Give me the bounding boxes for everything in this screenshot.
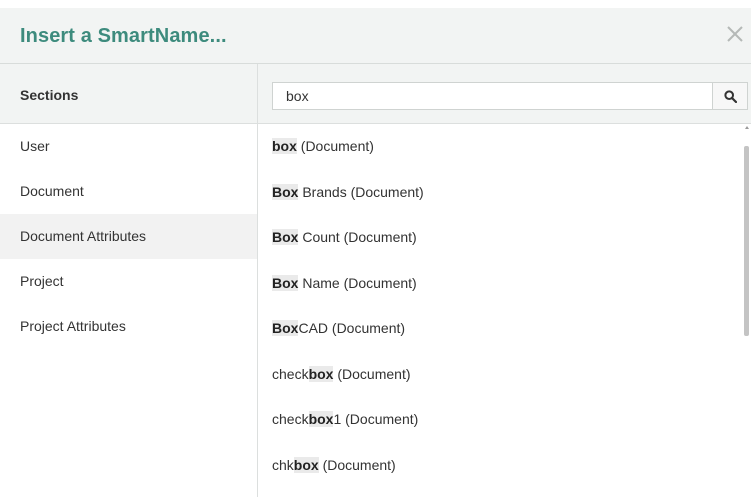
section-item-project-attributes[interactable]: Project Attributes bbox=[0, 304, 257, 349]
scroll-up-arrow-icon[interactable] bbox=[745, 126, 749, 129]
search-input[interactable] bbox=[272, 82, 712, 110]
result-item[interactable]: BoxCAD (Document) bbox=[258, 306, 751, 352]
sections-header: Sections bbox=[0, 64, 258, 124]
search-header bbox=[258, 64, 751, 124]
result-item[interactable]: checkbox1 (Document) bbox=[258, 397, 751, 443]
scroll-thumb[interactable] bbox=[744, 146, 749, 336]
section-item-document[interactable]: Document bbox=[0, 169, 257, 214]
section-item-document-attributes[interactable]: Document Attributes bbox=[0, 214, 257, 259]
result-item[interactable]: box (Document) bbox=[258, 124, 751, 170]
results-list: box (Document) Box Brands (Document) Box… bbox=[258, 124, 751, 497]
close-icon bbox=[727, 26, 743, 42]
close-button[interactable] bbox=[723, 22, 747, 46]
result-item[interactable]: Box Brands (Document) bbox=[258, 170, 751, 216]
search-icon bbox=[724, 90, 737, 103]
sections-list: User Document Document Attributes Projec… bbox=[0, 124, 258, 497]
section-item-user[interactable]: User bbox=[0, 124, 257, 169]
result-item[interactable]: Box Name (Document) bbox=[258, 261, 751, 307]
result-item[interactable]: chkbox (Document) bbox=[258, 443, 751, 489]
dialog-title: Insert a SmartName... bbox=[20, 25, 227, 47]
search-button[interactable] bbox=[712, 82, 748, 110]
section-item-project[interactable]: Project bbox=[0, 259, 257, 304]
result-item[interactable]: checkbox (Document) bbox=[258, 352, 751, 398]
sections-heading: Sections bbox=[20, 87, 79, 103]
dialog-header: Insert a SmartName... bbox=[0, 8, 751, 64]
results-scrollbar[interactable] bbox=[743, 124, 751, 497]
result-item[interactable]: Box Count (Document) bbox=[258, 215, 751, 261]
